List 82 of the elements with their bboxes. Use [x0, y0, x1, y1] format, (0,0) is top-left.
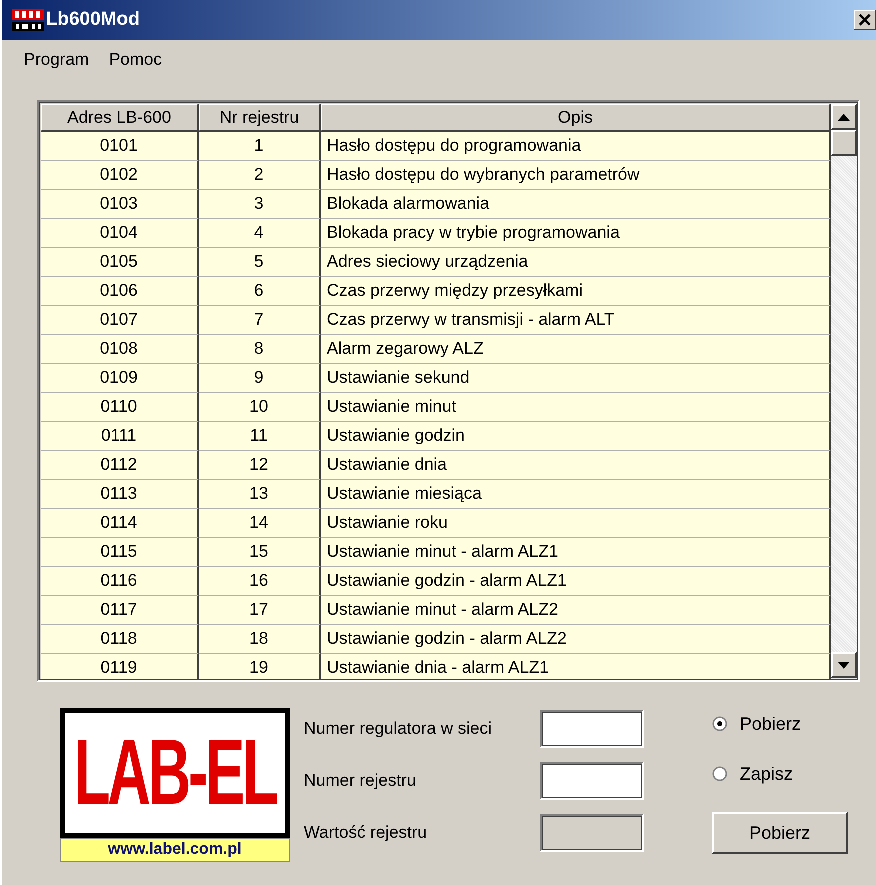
table-cell: Ustawianie godzin [321, 422, 831, 451]
table-cell: 14 [199, 509, 321, 538]
table-cell: Adres sieciowy urządzenia [321, 248, 831, 277]
table-cell: 11 [199, 422, 321, 451]
table-cell: Alarm zegarowy ALZ [321, 335, 831, 364]
table-cell: 1 [199, 132, 321, 161]
logo-text: LAB-EL [74, 726, 276, 820]
table-cell: Ustawianie minut - alarm ALZ2 [321, 596, 831, 625]
menu-item[interactable]: Program [24, 50, 90, 72]
table-cell: 2 [199, 161, 321, 190]
radio-option[interactable]: Zapisz [712, 758, 848, 790]
table-cell: 0106 [41, 277, 199, 306]
table-cell: 4 [199, 219, 321, 248]
table-cell: 0109 [41, 364, 199, 393]
table-cell: 6 [199, 277, 321, 306]
table-cell: 18 [199, 625, 321, 654]
table-cell: 19 [199, 654, 321, 680]
table-cell: Czas przerwy między przesyłkami [321, 277, 831, 306]
table-cell: Blokada alarmowania [321, 190, 831, 219]
table-cell: Hasło dostępu do programowania [321, 132, 831, 161]
close-button[interactable] [854, 10, 876, 30]
fetch-button[interactable]: Pobierz [712, 812, 848, 854]
table-cell: 0110 [41, 393, 199, 422]
field-label: Numer regulatora w sieci [304, 719, 492, 739]
table-cell: 13 [199, 480, 321, 509]
table-cell: Ustawianie miesiąca [321, 480, 831, 509]
table-cell: 17 [199, 596, 321, 625]
table-cell: 0103 [41, 190, 199, 219]
table-cell: 0118 [41, 625, 199, 654]
table-cell: 0117 [41, 596, 199, 625]
input-field[interactable] [540, 762, 644, 800]
up-arrow-icon [838, 114, 850, 120]
table-cell: Ustawianie dnia - alarm ALZ1 [321, 654, 831, 680]
table-cell: Ustawianie dnia [321, 451, 831, 480]
scroll-up-button[interactable] [831, 104, 857, 130]
table-cell: Hasło dostępu do wybranych parametrów [321, 161, 831, 190]
table-cell: 0104 [41, 219, 199, 248]
table-cell: 0114 [41, 509, 199, 538]
logo-url: www.label.com.pl [60, 838, 290, 862]
table-cell: 0113 [41, 480, 199, 509]
field-label: Wartość rejestru [304, 823, 428, 843]
scrollbar[interactable] [831, 102, 858, 680]
table-cell: 7 [199, 306, 321, 335]
radio-option[interactable]: Pobierz [712, 708, 848, 740]
table-cell: Ustawianie godzin - alarm ALZ1 [321, 567, 831, 596]
table-cell: 16 [199, 567, 321, 596]
table-cell: 0101 [41, 132, 199, 161]
field-label: Numer rejestru [304, 771, 416, 791]
table-cell: 8 [199, 335, 321, 364]
table-cell: 0119 [41, 654, 199, 680]
scroll-down-button[interactable] [831, 652, 857, 678]
table-cell: 0102 [41, 161, 199, 190]
column-header[interactable]: Opis [321, 104, 831, 132]
table-cell: Ustawianie minut [321, 393, 831, 422]
table-cell: 0107 [41, 306, 199, 335]
table-cell: 15 [199, 538, 321, 567]
table-cell: Czas przerwy w transmisji - alarm ALT [321, 306, 831, 335]
table-cell: 12 [199, 451, 321, 480]
table-cell: Ustawianie roku [321, 509, 831, 538]
table-cell: 5 [199, 248, 321, 277]
table-cell: 0108 [41, 335, 199, 364]
column-header[interactable]: Adres LB-600 [41, 104, 199, 132]
table-cell: 0112 [41, 451, 199, 480]
column-header[interactable]: Nr rejestru [199, 104, 321, 132]
scroll-thumb[interactable] [831, 130, 857, 156]
app-icon [12, 9, 44, 31]
down-arrow-icon [838, 662, 850, 668]
table-cell: Ustawianie minut - alarm ALZ1 [321, 538, 831, 567]
table-cell: 0115 [41, 538, 199, 567]
table-cell: Ustawianie sekund [321, 364, 831, 393]
window-title: Lb600Mod [46, 9, 141, 31]
table-cell: 0105 [41, 248, 199, 277]
menu-item[interactable]: Pomoc [109, 50, 162, 72]
table-cell: 3 [199, 190, 321, 219]
table-cell: Blokada pracy w trybie programowania [321, 219, 831, 248]
table-cell: 10 [199, 393, 321, 422]
input-field[interactable] [540, 710, 644, 748]
close-icon [858, 13, 872, 27]
table-cell: 0116 [41, 567, 199, 596]
table-cell: Ustawianie godzin - alarm ALZ2 [321, 625, 831, 654]
table-cell: 9 [199, 364, 321, 393]
table-cell: 0111 [41, 422, 199, 451]
